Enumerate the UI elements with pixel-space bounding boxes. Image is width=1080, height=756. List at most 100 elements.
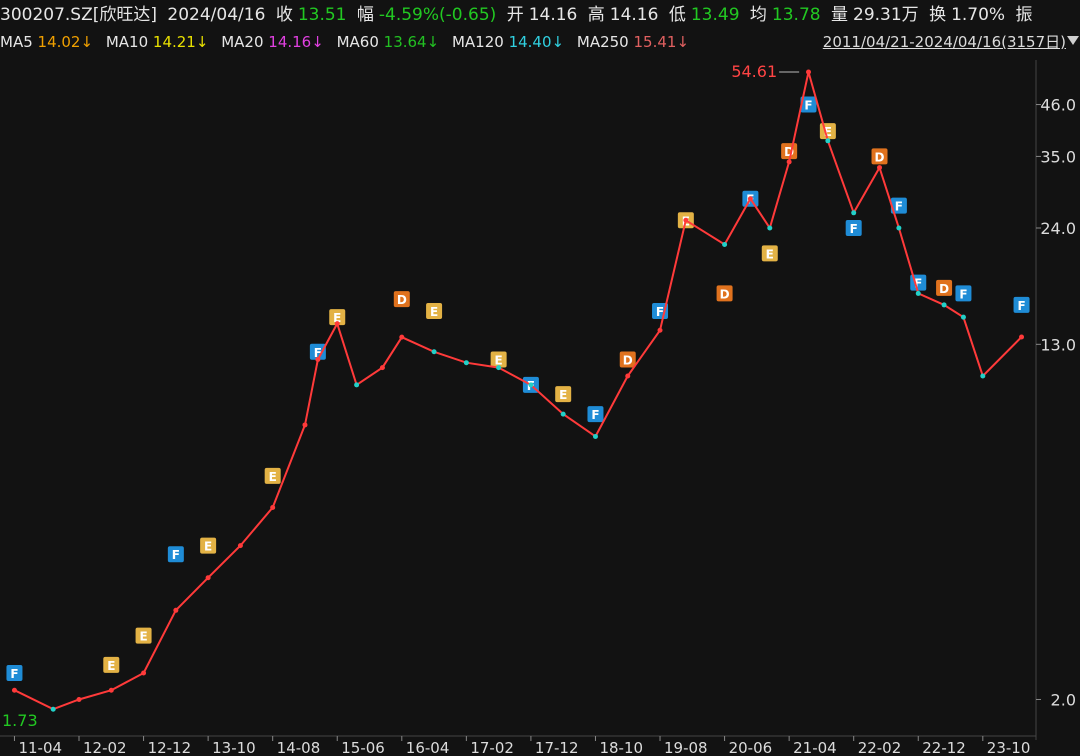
event-badge-f: F: [1013, 296, 1030, 313]
event-badge-e: E: [555, 386, 572, 403]
date-range-selector[interactable]: 2011/04/21-2024/04/16(3157日): [823, 30, 1066, 54]
event-badge-label: D: [875, 150, 885, 164]
price-point: [270, 505, 276, 511]
y-tick-label: 46.0: [1040, 96, 1076, 115]
event-badge-label: D: [623, 354, 633, 368]
event-badge-e: E: [819, 123, 836, 140]
x-tick-label: 13-10: [212, 739, 256, 756]
event-badge-d: D: [716, 285, 733, 302]
price-point: [683, 217, 689, 223]
x-tick-label: 22-12: [922, 739, 966, 756]
price-point: [528, 382, 534, 388]
x-tick-label: 17-12: [535, 739, 579, 756]
event-badge-label: D: [720, 287, 730, 301]
ma20-value: 14.16↓: [268, 33, 324, 51]
x-tick-label: 15-06: [341, 739, 385, 756]
low-label: 低: [668, 5, 686, 25]
event-badge-e: E: [135, 627, 152, 644]
y-tick-label: 13.0: [1040, 335, 1076, 354]
x-tick-label: 17-02: [470, 739, 514, 756]
price-point: [141, 670, 147, 676]
ma5-value: 14.02↓: [37, 33, 94, 51]
avg-value: 13.78: [771, 5, 821, 25]
ma10-legend: MA10 14.21↓: [105, 33, 209, 51]
x-tick-label: 14-08: [277, 739, 321, 756]
x-tick-label: 12-12: [148, 739, 192, 756]
price-point: [50, 706, 56, 712]
quote-header: 300207.SZ[欣旺达] 2024/04/16 收 13.51 幅 -4.59%…: [0, 0, 1080, 30]
dropdown-arrow-icon[interactable]: [1067, 36, 1079, 45]
x-tick-label: 11-04: [18, 739, 62, 756]
price-point: [560, 411, 566, 417]
x-tick-label: 23-10: [987, 739, 1031, 756]
event-badge-label: E: [559, 388, 567, 402]
price-point: [354, 382, 360, 388]
price-point: [747, 196, 753, 202]
ticks-layer: 2.0 13.0 24.0 35.0 46.0 11-04 12-02 12-12 13-10 1…: [0, 60, 1076, 756]
event-markers-layer: FEEFEEFEDEEFEFDFEDFEDFEFDFFDFF: [6, 96, 1030, 681]
price-point: [877, 165, 883, 171]
event-badge-f: F: [955, 285, 972, 302]
quote-date: 2024/04/16: [167, 5, 266, 25]
price-point: [173, 607, 179, 613]
low-value: 13.49: [690, 5, 740, 25]
event-badge-label: E: [204, 540, 212, 554]
event-badge-label: F: [895, 200, 903, 214]
ma120-legend: MA120 14.40↓: [451, 33, 565, 51]
ma20-legend: MA20 14.16↓: [221, 33, 324, 51]
x-tick-label: 19-08: [664, 739, 708, 756]
event-badge-label: F: [959, 287, 967, 301]
y-tick-label: 24.0: [1040, 219, 1076, 238]
ma250-legend: MA250 15.41↓: [576, 33, 690, 51]
event-badge-e: E: [103, 656, 120, 673]
price-point: [399, 334, 405, 340]
event-badge-d: D: [936, 279, 953, 296]
event-badge-label: D: [397, 293, 407, 307]
event-badge-d: D: [619, 351, 636, 368]
price-point: [237, 543, 243, 549]
price-chart[interactable]: FEEFEEFEDEEFEFDFEDFEDFEFDFFDFF 54.611.73…: [0, 0, 1080, 756]
event-badge-f: F: [6, 664, 23, 681]
event-badge-label: F: [591, 408, 599, 422]
y-tick-label: 2.0: [1051, 690, 1076, 709]
event-badge-label: F: [10, 667, 18, 681]
price-point: [334, 321, 340, 327]
price-point: [722, 242, 728, 248]
change-label: 幅: [356, 5, 374, 25]
event-badge-e: E: [200, 537, 217, 554]
open-value: 14.16: [528, 5, 578, 25]
event-badge-d: D: [871, 148, 888, 165]
close-label: 收: [275, 5, 293, 25]
ma250-value: 15.41↓: [633, 33, 690, 51]
event-badge-f: F: [587, 406, 604, 423]
volume-value: 29.31万: [853, 5, 919, 25]
price-point: [76, 696, 82, 702]
stock-code: 300207.SZ[欣旺达]: [0, 5, 158, 25]
price-point: [915, 290, 921, 296]
x-tick-label: 16-04: [406, 739, 450, 756]
turnover-label: 换: [929, 5, 947, 25]
price-point: [896, 225, 902, 231]
price-point: [980, 373, 986, 379]
open-label: 开: [506, 5, 524, 25]
change-value: -4.59%(-0.65): [378, 5, 497, 25]
price-point: [625, 373, 631, 379]
volume-label: 量: [831, 5, 848, 25]
avg-label: 均: [749, 5, 767, 25]
price-point: [851, 210, 857, 216]
event-badge-label: E: [430, 305, 438, 319]
price-point: [108, 687, 114, 693]
ma60-legend: MA60 13.64↓: [336, 33, 440, 51]
x-tick-label: 21-04: [793, 739, 837, 756]
event-badge-e: E: [426, 302, 443, 319]
turnover-value: 1.70%: [951, 5, 1006, 25]
x-tick-label: 18-10: [599, 739, 643, 756]
price-point: [496, 365, 502, 371]
price-point: [786, 159, 792, 165]
price-point: [463, 360, 469, 366]
x-tick-label: 12-02: [83, 739, 127, 756]
ma120-value: 14.40↓: [508, 33, 565, 51]
event-badge-d: D: [781, 143, 798, 160]
price-point: [315, 357, 321, 363]
price-series-line: [14, 71, 1023, 711]
